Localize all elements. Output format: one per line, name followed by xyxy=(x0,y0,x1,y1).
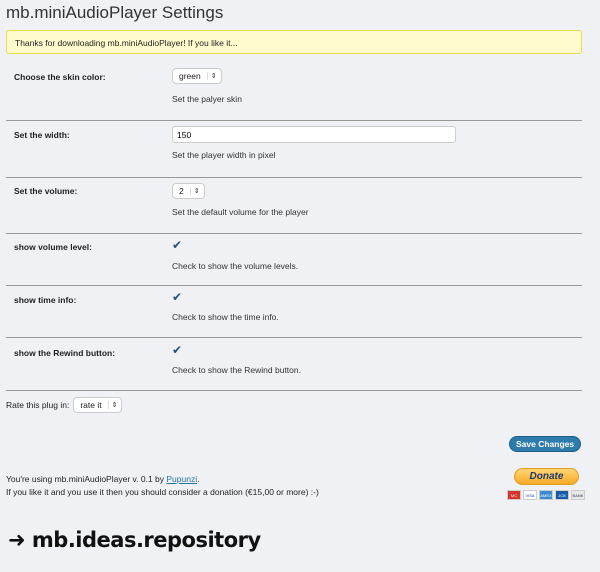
setting-label: Set the volume: xyxy=(14,186,78,196)
rate-select[interactable]: rate it ⇕ xyxy=(73,397,123,413)
setting-width: Set the width: Set the player width in p… xyxy=(6,121,582,178)
bank-icon: BANK xyxy=(571,490,585,500)
donation-text: If you like it and you use it then you s… xyxy=(6,487,319,497)
rewind-checkbox[interactable]: ✔ xyxy=(172,344,182,356)
mastercard-icon: MC xyxy=(507,490,521,500)
rate-plugin: Rate this plug in: rate it ⇕ xyxy=(6,397,123,413)
setting-time-info: show time info: ✔ Check to show the time… xyxy=(6,286,582,338)
setting-volume: Set the volume: 2 ⇕ Set the default volum… xyxy=(6,178,582,234)
select-value: rate it xyxy=(80,400,102,410)
notice-banner: Thanks for downloading mb.miniAudioPlaye… xyxy=(6,30,582,54)
select-arrows-icon: ⇕ xyxy=(107,401,117,409)
setting-label: show time info: xyxy=(14,295,77,305)
setting-help: Check to show the Rewind button. xyxy=(172,365,301,375)
visa-icon: VISA xyxy=(523,490,537,500)
setting-help: Set the palyer skin xyxy=(172,94,242,104)
period: . xyxy=(197,474,200,484)
page-title: mb.miniAudioPlayer Settings xyxy=(6,3,224,22)
setting-help: Check to show the time info. xyxy=(172,312,279,322)
amex-icon: AMEX xyxy=(539,490,553,500)
volume-select[interactable]: 2 ⇕ xyxy=(172,183,205,199)
author-link[interactable]: Pupunzi xyxy=(166,474,197,484)
volume-level-checkbox[interactable]: ✔ xyxy=(172,239,182,251)
setting-volume-level: show volume level: ✔ Check to show the v… xyxy=(6,234,582,286)
select-arrows-icon: ⇕ xyxy=(189,187,200,195)
jcb-icon: JCB xyxy=(555,490,569,500)
setting-label: Set the width: xyxy=(14,130,70,140)
setting-rewind: show the Rewind button: ✔ Check to show … xyxy=(6,338,582,391)
setting-label: show volume level: xyxy=(14,242,92,252)
save-changes-button[interactable]: Save Changes xyxy=(509,436,582,452)
payment-cards: MC VISA AMEX JCB BANK xyxy=(507,490,585,500)
width-input[interactable] xyxy=(172,126,456,143)
setting-help: Check to show the volume levels. xyxy=(172,261,299,271)
select-arrows-icon: ⇕ xyxy=(206,72,217,80)
setting-label: show the Rewind button: xyxy=(14,348,116,358)
setting-skin-color: Choose the skin color: green ⇕ Set the pa… xyxy=(6,62,582,121)
setting-help: Set the player width in pixel xyxy=(172,150,276,160)
time-info-checkbox[interactable]: ✔ xyxy=(172,291,182,303)
setting-help: Set the default volume for the player xyxy=(172,207,309,217)
skin-color-select[interactable]: green ⇕ xyxy=(172,68,222,84)
footer-text: You're using mb.miniAudioPlayer v. 0.1 b… xyxy=(6,473,319,499)
donate-button[interactable]: Donate xyxy=(514,468,579,485)
setting-label: Choose the skin color: xyxy=(14,72,106,82)
rate-label: Rate this plug in: xyxy=(6,400,70,410)
version-text: You're using mb.miniAudioPlayer v. 0.1 b… xyxy=(6,474,167,484)
select-value: green xyxy=(179,71,201,81)
mb-ideas-logo[interactable]: ➜ mb.ideas.repository xyxy=(8,528,261,552)
select-value: 2 xyxy=(179,186,184,196)
